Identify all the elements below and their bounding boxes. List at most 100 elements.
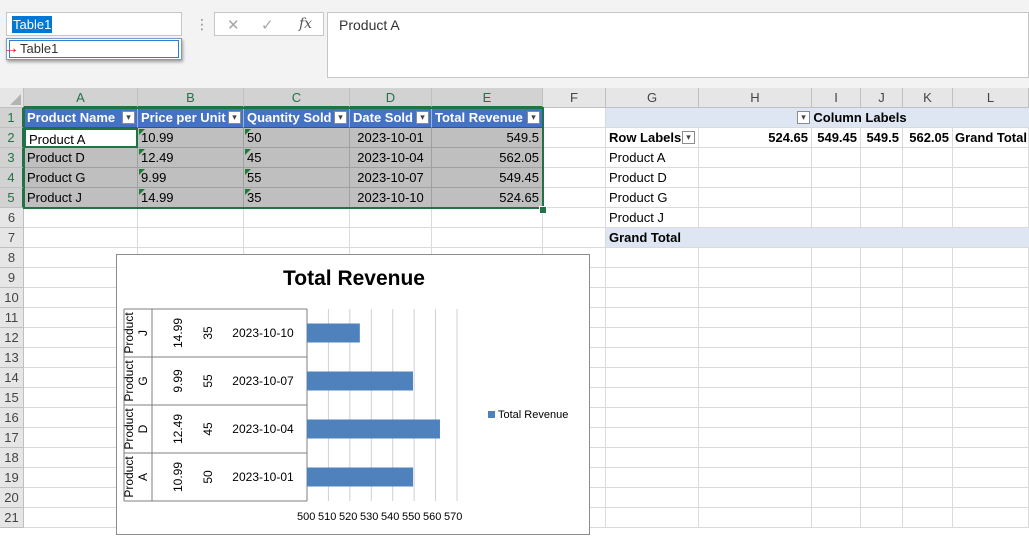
grid-cell[interactable] [812, 288, 861, 308]
grid-cell[interactable] [24, 208, 138, 228]
grid-cell[interactable] [812, 368, 861, 388]
grid-cell[interactable] [812, 468, 861, 488]
grid-cell[interactable] [812, 448, 861, 468]
column-labels-dropdown-icon[interactable]: ▾ [797, 111, 810, 124]
grid-cell[interactable] [812, 508, 861, 528]
grid-cell[interactable] [861, 468, 903, 488]
grid-cell[interactable] [861, 488, 903, 508]
grid-cell[interactable] [812, 428, 861, 448]
cancel-icon[interactable]: ✕ [227, 16, 240, 34]
grid-cell[interactable] [812, 308, 861, 328]
grid-cell[interactable] [699, 328, 812, 348]
pivot-empty-cell[interactable] [953, 208, 1029, 228]
table-cell[interactable]: Product J [24, 188, 138, 208]
table-cell[interactable]: Product A [24, 128, 138, 148]
grid-cell[interactable] [606, 328, 699, 348]
grid-cell[interactable] [24, 228, 138, 248]
pivot-column-value[interactable]: 549.45 [812, 128, 861, 148]
grid-cell[interactable] [861, 428, 903, 448]
table-cell[interactable]: 2023-10-01 [350, 128, 432, 148]
column-header-e[interactable]: E [432, 88, 543, 108]
table-cell[interactable]: 12.49 [138, 148, 244, 168]
filter-dropdown-icon[interactable]: ▾ [122, 111, 135, 124]
insert-function-icon[interactable]: fx [299, 16, 312, 32]
name-box-value[interactable]: Table1 [12, 16, 53, 33]
grid-cell[interactable] [699, 348, 812, 368]
grid-cell[interactable] [903, 388, 953, 408]
grid-cell[interactable] [606, 388, 699, 408]
worksheet-grid[interactable]: A B C D E F G H I J K L 1 2 3 4 5 6 7 8 9 10 11 12 13 14 15 16 17 18 1… [0, 88, 1029, 546]
pivot-empty-cell[interactable] [953, 188, 1029, 208]
pivot-empty-cell[interactable] [699, 168, 812, 188]
column-header-d[interactable]: D [350, 88, 432, 108]
grid-cell[interactable] [903, 348, 953, 368]
grid-cell[interactable] [244, 228, 350, 248]
fill-handle[interactable] [539, 206, 547, 214]
grid-cell[interactable] [953, 388, 1029, 408]
grid-cell[interactable] [606, 448, 699, 468]
pivot-column-value[interactable]: 562.05 [903, 128, 953, 148]
pivot-empty-cell[interactable] [812, 168, 861, 188]
grid-cell[interactable] [606, 408, 699, 428]
grid-cell[interactable] [861, 388, 903, 408]
grid-cell[interactable] [812, 248, 861, 268]
pivot-empty-cell[interactable] [903, 188, 953, 208]
grid-cell[interactable] [861, 248, 903, 268]
grid-cell[interactable] [606, 348, 699, 368]
pivot-row-item[interactable]: Product A [606, 148, 699, 168]
grid-cell[interactable] [606, 468, 699, 488]
grid-cell[interactable] [861, 508, 903, 528]
column-header-l[interactable]: L [953, 88, 1029, 108]
table-cell[interactable]: 562.05 [432, 148, 543, 168]
grid-cell[interactable] [543, 188, 606, 208]
row-header-1[interactable]: 1 [0, 108, 24, 128]
grid-cell[interactable] [699, 388, 812, 408]
row-header-9[interactable]: 9 [0, 268, 24, 288]
pivot-empty-cell[interactable] [903, 148, 953, 168]
row-header-14[interactable]: 14 [0, 368, 24, 388]
row-header-20[interactable]: 20 [0, 488, 24, 508]
grid-cell[interactable] [812, 388, 861, 408]
row-header-4[interactable]: 4 [0, 168, 24, 188]
column-header-a[interactable]: A [24, 88, 138, 108]
grid-cell[interactable] [606, 368, 699, 388]
grid-cell[interactable] [138, 208, 244, 228]
grid-cell[interactable] [543, 208, 606, 228]
row-header-5[interactable]: 5 [0, 188, 24, 208]
column-header-f[interactable]: F [543, 88, 606, 108]
pivot-empty-cell[interactable] [861, 168, 903, 188]
grid-cell[interactable] [903, 468, 953, 488]
grid-cell[interactable] [543, 148, 606, 168]
grid-cell[interactable] [699, 468, 812, 488]
column-header-j[interactable]: J [861, 88, 903, 108]
grid-cell[interactable] [861, 408, 903, 428]
filter-dropdown-icon[interactable]: ▾ [527, 111, 540, 124]
table-cell[interactable]: Product G [24, 168, 138, 188]
grid-cell[interactable] [861, 308, 903, 328]
pivot-empty-cell[interactable] [953, 168, 1029, 188]
grid-cell[interactable] [699, 288, 812, 308]
pivot-empty-cell[interactable] [812, 208, 861, 228]
grid-cell[interactable] [903, 408, 953, 428]
grid-cell[interactable] [812, 328, 861, 348]
grid-cell[interactable] [606, 488, 699, 508]
filter-dropdown-icon[interactable]: ▾ [416, 111, 429, 124]
pivot-column-value[interactable]: 524.65 [699, 128, 812, 148]
pivot-column-labels[interactable]: Column Labels [699, 108, 1029, 128]
pivot-row-item[interactable]: Product J [606, 208, 699, 228]
pivot-column-value[interactable]: 549.5 [861, 128, 903, 148]
table-header-cell[interactable]: Product Name [24, 108, 138, 128]
grid-cell[interactable] [699, 448, 812, 468]
grid-cell[interactable] [244, 208, 350, 228]
table-cell[interactable]: 50 [244, 128, 350, 148]
row-header-11[interactable]: 11 [0, 308, 24, 328]
grid-cell[interactable] [350, 228, 432, 248]
grid-cell[interactable] [699, 508, 812, 528]
select-all-button[interactable] [0, 88, 24, 108]
table-cell[interactable]: 524.65 [432, 188, 543, 208]
grid-cell[interactable] [953, 308, 1029, 328]
pivot-empty-cell[interactable] [812, 188, 861, 208]
pivot-grand-total-column[interactable]: Grand Total [953, 128, 1029, 148]
pivot-empty-cell[interactable] [861, 208, 903, 228]
pivot-row-item[interactable]: Product G [606, 188, 699, 208]
